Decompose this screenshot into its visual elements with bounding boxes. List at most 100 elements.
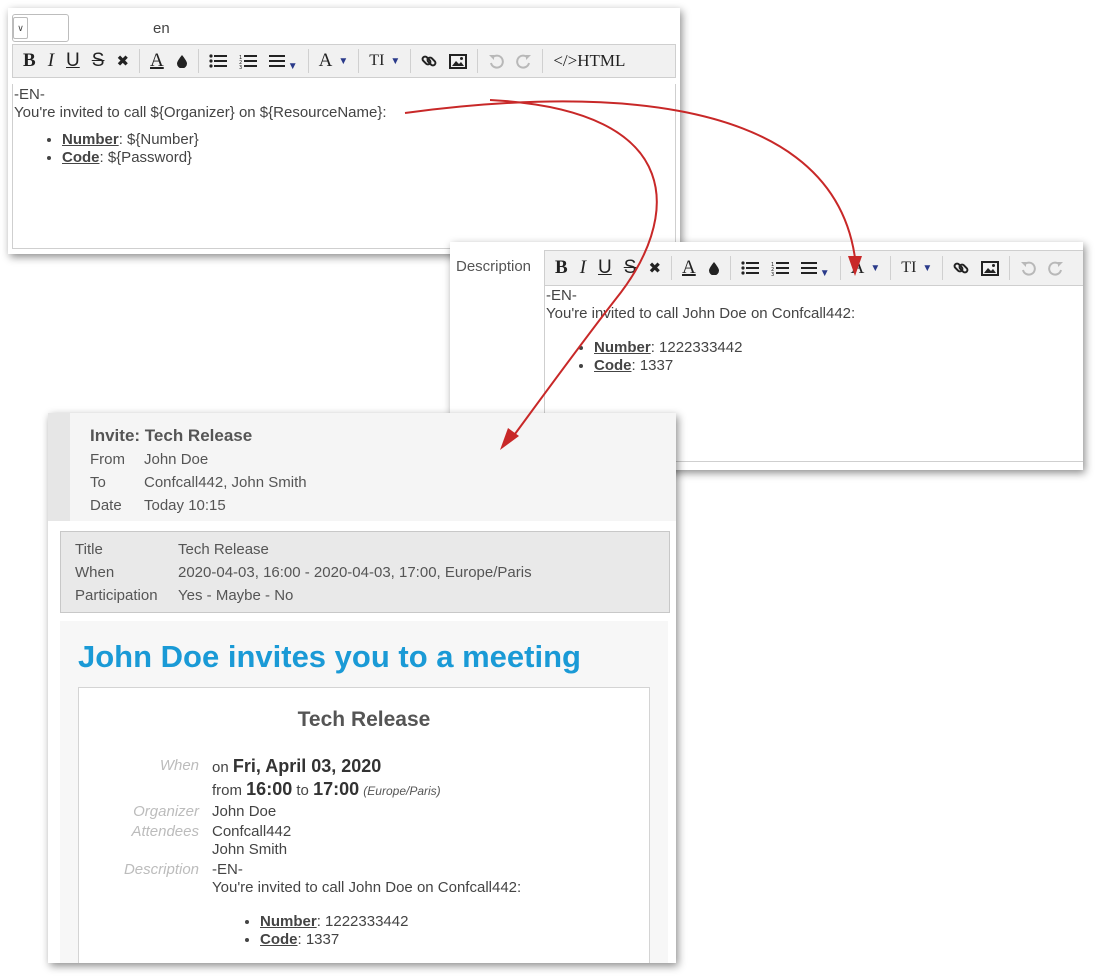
caret-down-icon: ▼ (922, 262, 933, 274)
email-subject: Invite: Tech Release (90, 426, 253, 445)
template-editor-content[interactable]: -EN- You're invited to call ${Organizer}… (12, 84, 676, 249)
svg-text:3: 3 (771, 272, 774, 276)
editor-list: Number: 1222333442 Code: 1337 (546, 339, 1082, 375)
underline-button[interactable]: U (592, 253, 618, 283)
font-name-dropdown[interactable]: A ▼ (313, 46, 355, 76)
attendee-item: Confcall442 (212, 823, 292, 840)
item-label: Number (260, 913, 317, 930)
toolbar-divider (839, 256, 841, 280)
item-value: : 1222333442 (650, 339, 743, 356)
align-dropdown[interactable]: ▼ (795, 253, 836, 283)
toolbar-divider (542, 49, 544, 73)
language-value: en (153, 19, 170, 37)
when-date-line: on Fri, April 03, 2020 (212, 756, 381, 777)
email-header: Invite: Tech Release From John Doe To Co… (48, 413, 676, 521)
summary-title-value: Tech Release (178, 541, 269, 558)
undo-icon[interactable] (1014, 253, 1042, 283)
chevron-down-icon[interactable]: ∨ (13, 17, 28, 39)
font-size-dropdown[interactable]: TI ▼ (895, 253, 938, 283)
end-time: 17:00 (313, 779, 360, 799)
font-name-dropdown[interactable]: A ▼ (845, 253, 887, 283)
event-date: Fri, April 03, 2020 (232, 756, 382, 776)
caret-down-icon: ▼ (819, 267, 830, 279)
toolbar-divider (410, 49, 412, 73)
event-card: Tech Release When on Fri, April 03, 2020… (78, 687, 650, 963)
participation-no-link[interactable]: No (274, 587, 293, 604)
strikethrough-button[interactable]: S (618, 253, 643, 283)
list-item: Number: 1222333442 (260, 913, 632, 931)
timezone: (Europe/Paris) (363, 784, 441, 798)
editor-line: -EN- (14, 86, 45, 103)
font-name-label: A (850, 257, 865, 278)
undo-icon[interactable] (482, 46, 510, 76)
description-line: You're invited to call John Doe on Confc… (212, 879, 522, 896)
strikethrough-button[interactable]: S (86, 46, 111, 76)
image-icon[interactable] (443, 46, 473, 76)
numbered-list-icon[interactable]: 123 (765, 253, 795, 283)
align-dropdown[interactable]: ▼ (263, 46, 304, 76)
clear-format-button[interactable]: ✖ (110, 46, 135, 76)
description-value: -EN- You're invited to call John Doe on … (212, 861, 632, 949)
highlight-icon[interactable] (702, 253, 726, 283)
list-item: Code: 1337 (260, 931, 632, 949)
link-icon[interactable] (415, 46, 443, 76)
summary-participation-label: Participation (75, 587, 158, 604)
svg-text:3: 3 (239, 65, 242, 69)
on-text: on (212, 759, 229, 776)
item-value: : 1337 (297, 931, 340, 948)
numbered-list-icon[interactable]: 123 (233, 46, 263, 76)
participation-maybe-link[interactable]: Maybe (216, 587, 261, 604)
link-icon[interactable] (947, 253, 975, 283)
organizer-value: John Doe (212, 803, 277, 820)
editor-line: -EN- (546, 287, 577, 304)
to-label: To (90, 474, 106, 491)
image-icon[interactable] (975, 253, 1005, 283)
editor-line: You're invited to call ${Organizer} on $… (14, 104, 387, 121)
font-size-dropdown[interactable]: TI ▼ (363, 46, 406, 76)
participation-separator: - (202, 587, 216, 604)
redo-icon[interactable] (510, 46, 538, 76)
redo-icon[interactable] (1042, 253, 1070, 283)
description-label: Description (123, 861, 199, 878)
item-label: Code (260, 931, 298, 948)
toolbar-divider (307, 49, 309, 73)
date-value: Today 10:15 (144, 497, 226, 514)
to-text: to (296, 782, 309, 799)
clear-format-button[interactable]: ✖ (642, 253, 667, 283)
underline-button[interactable]: U (60, 46, 86, 76)
invitation-body: John Doe invites you to a meeting Tech R… (60, 621, 668, 963)
participation-yes-link[interactable]: Yes (178, 587, 202, 604)
invitation-heading: John Doe invites you to a meeting (78, 639, 581, 674)
template-toolbar: B I U S ✖ A 123 ▼ A ▼ TI ▼ </>HTML (12, 44, 676, 78)
bullet-list-icon[interactable] (735, 253, 765, 283)
font-color-button[interactable]: A (144, 46, 170, 76)
summary-when-value: 2020-04-03, 16:00 - 2020-04-03, 17:00, E… (178, 564, 532, 581)
item-value: : ${Password} (99, 149, 193, 166)
participation-separator: - (260, 587, 275, 604)
when-label: When (159, 757, 199, 774)
bold-button[interactable]: B (17, 46, 42, 76)
item-label: Number (594, 339, 651, 356)
participation-options: Yes - Maybe - No (178, 587, 293, 604)
font-name-label: A (318, 50, 333, 71)
bold-button[interactable]: B (549, 253, 574, 283)
caret-down-icon: ▼ (870, 262, 881, 274)
header-stripe (48, 413, 70, 521)
editor-list: Number: ${Number} Code: ${Password} (14, 131, 674, 167)
item-value: : 1337 (631, 357, 674, 374)
list-item: Number: ${Number} (62, 131, 674, 149)
event-summary-box: Title Tech Release When 2020-04-03, 16:0… (60, 531, 670, 613)
italic-button[interactable]: I (574, 253, 592, 283)
html-source-button[interactable]: </>HTML (547, 46, 631, 76)
highlight-icon[interactable] (170, 46, 194, 76)
toolbar-divider (477, 49, 479, 73)
summary-when-label: When (75, 564, 115, 581)
font-color-button[interactable]: A (676, 253, 702, 283)
language-select[interactable]: en ∨ (12, 14, 170, 42)
italic-button[interactable]: I (42, 46, 60, 76)
description-list: Number: 1222333442 Code: 1337 (212, 913, 632, 949)
caret-down-icon: ▼ (338, 55, 349, 67)
bullet-list-icon[interactable] (203, 46, 233, 76)
email-preview-panel: Invite: Tech Release From John Doe To Co… (48, 413, 676, 963)
toolbar-divider (671, 256, 673, 280)
